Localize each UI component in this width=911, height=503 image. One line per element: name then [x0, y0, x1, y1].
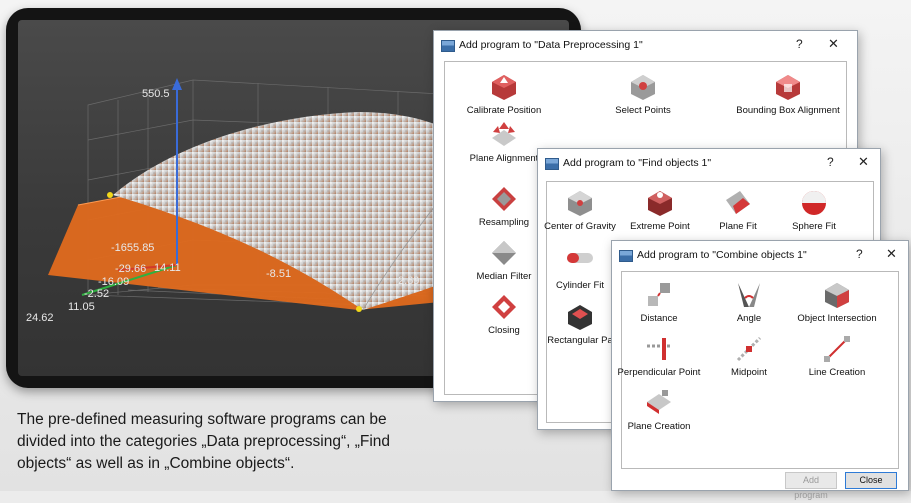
- dialog-title: Add program to "Combine objects 1": [637, 249, 807, 261]
- dialog-title: Add program to "Find objects 1": [563, 157, 712, 169]
- program-line-creation[interactable]: Line Creation: [782, 334, 892, 378]
- x-tick-label: -8.51: [266, 268, 292, 280]
- y-tick-label: 11.05: [68, 301, 95, 313]
- add-program-button[interactable]: Add program: [785, 472, 837, 500]
- extreme-point-bottom: [356, 306, 362, 312]
- median-filter-icon: [492, 241, 516, 265]
- x-tick-label: 2.69: [398, 275, 420, 287]
- dialog-title: Add program to "Data Preprocessing 1": [459, 39, 643, 51]
- y-tick-label: 24.62: [26, 312, 54, 324]
- program-bounding-box-alignment[interactable]: Bounding Box Alignment: [733, 72, 843, 116]
- z-axis-max-label: 550.5: [142, 88, 170, 100]
- program-list: Distance Angle Object Intersection Perpe…: [618, 271, 899, 469]
- angle-icon: [738, 283, 760, 307]
- help-button[interactable]: ?: [856, 247, 863, 261]
- rectangular-patch-icon: [568, 305, 592, 330]
- midpoint-icon: [736, 336, 762, 362]
- close-button[interactable]: Close: [845, 472, 897, 489]
- y-tick-label: -29.66: [115, 263, 147, 275]
- program-sphere-fit[interactable]: Sphere Fit: [759, 188, 869, 232]
- cylinder-fit-icon: [567, 253, 593, 263]
- distance-icon: [648, 283, 670, 306]
- window-app-icon: [545, 158, 559, 170]
- help-button[interactable]: ?: [796, 37, 803, 51]
- calibrate-position-icon: [492, 75, 516, 100]
- close-icon[interactable]: ✕: [886, 246, 897, 262]
- program-calibrate-position[interactable]: Calibrate Position: [449, 72, 559, 116]
- extreme-point-icon: [648, 191, 672, 216]
- select-points-icon: [631, 75, 655, 100]
- dialog-titlebar: Add program to "Combine objects 1" ? ✕: [612, 241, 908, 271]
- plane-fit-icon: [726, 191, 750, 214]
- bounding-box-alignment-icon: [776, 75, 800, 100]
- program-object-intersection[interactable]: Object Intersection: [782, 280, 892, 324]
- center-of-gravity-icon: [568, 191, 592, 216]
- closing-icon: [492, 295, 516, 319]
- plane-alignment-icon: [492, 122, 516, 146]
- object-intersection-icon: [825, 283, 849, 308]
- x-tick-label: 14.11: [154, 262, 181, 274]
- window-app-icon: [619, 250, 633, 262]
- extreme-point-left: [107, 192, 113, 198]
- help-button[interactable]: ?: [827, 155, 834, 169]
- perpendicular-point-icon: [647, 338, 671, 360]
- z-axis-min-label: -1655.85: [111, 242, 155, 254]
- sphere-fit-icon: [802, 191, 826, 215]
- window-app-icon: [441, 40, 455, 52]
- dialog-titlebar: Add program to "Data Preprocessing 1" ? …: [434, 31, 857, 61]
- dialog-combine-objects: Add program to "Combine objects 1" ? ✕ D…: [611, 240, 909, 500]
- figure-caption: The pre-defined measuring software progr…: [17, 411, 391, 472]
- program-select-points[interactable]: Select Points: [588, 72, 698, 116]
- y-tick-label: -2.52: [84, 288, 110, 300]
- dialog-titlebar: Add program to "Find objects 1" ? ✕: [538, 149, 880, 179]
- close-icon[interactable]: ✕: [858, 154, 869, 170]
- plane-creation-icon: [647, 390, 671, 414]
- program-plane-creation[interactable]: Plane Creation: [604, 388, 714, 432]
- line-creation-icon: [824, 336, 850, 362]
- close-icon[interactable]: ✕: [828, 36, 839, 52]
- y-tick-label: -16.09: [98, 276, 130, 288]
- resampling-icon: [492, 187, 516, 211]
